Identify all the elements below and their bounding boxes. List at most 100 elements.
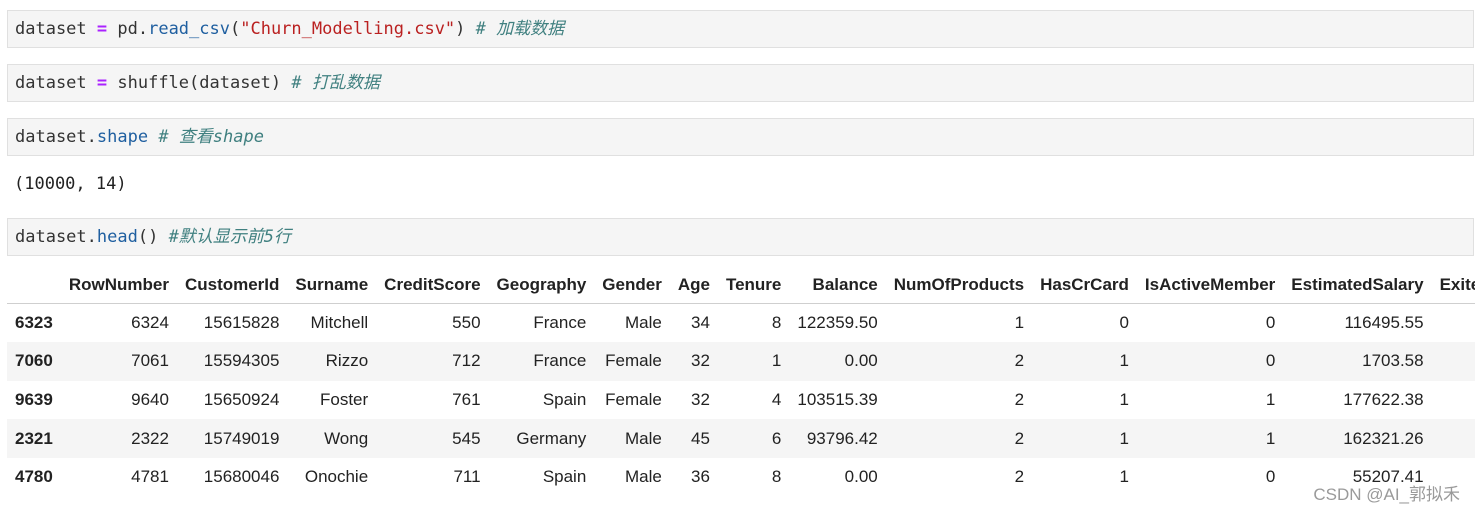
column-header: IsActiveMember xyxy=(1136,266,1284,304)
code-text: () xyxy=(137,227,169,247)
code-attribute: shape xyxy=(96,127,149,147)
column-header: Geography xyxy=(488,266,595,304)
table-row: 4780 4781 15680046 Onochie 711 Spain Male 36 8 0.… xyxy=(7,458,1475,497)
table-cell: 0 xyxy=(1432,381,1475,420)
table-cell: Wong xyxy=(324,428,369,448)
index-header xyxy=(7,266,61,304)
table-cell: Mitchell xyxy=(310,313,369,333)
code-string: "Churn_Modelling.csv" xyxy=(240,19,456,39)
table-cell: 1 xyxy=(1119,467,1129,487)
table-cell: 1 xyxy=(1014,313,1025,333)
table-cell: 2 xyxy=(1014,467,1025,487)
table-cell: Spain xyxy=(542,467,587,487)
table-row: 9639 9640 15650924 Foster 761 Spain Female 32 4 1… xyxy=(7,381,1475,420)
code-cell-shape[interactable]: dataset.shape # 查看shape xyxy=(7,118,1474,156)
code-text: ) xyxy=(455,19,476,39)
code-comment: # 加载数据 xyxy=(475,19,565,39)
table-cell: 122359.50 xyxy=(797,313,878,333)
table-cell: 1 xyxy=(1265,389,1276,409)
code-comment: # 打乱数据 xyxy=(291,73,380,93)
table-cell: 8 xyxy=(771,313,782,333)
table-cell: 2 xyxy=(1014,428,1025,448)
table-cell: France xyxy=(533,313,587,333)
table-cell: 0 xyxy=(1432,342,1475,381)
dataframe-body: 6323 6 32 4 15615828 Mitchell 550 France Male 34 8… xyxy=(7,304,1475,497)
code-cell-read-csv[interactable]: dataset = pd.read_csv("Churn_Modelling.c… xyxy=(7,10,1474,48)
code-comment: #默认显示前5行 xyxy=(168,227,292,247)
table-row: 7060 7061 15594305 Rizzo 712 France Female 32 1 0… xyxy=(7,342,1475,381)
table-cell: Rizzo xyxy=(325,351,369,371)
table-cell: 2322 xyxy=(131,428,169,448)
code-text: dataset xyxy=(15,19,97,39)
table-cell: 0 xyxy=(1265,467,1276,487)
column-header: Exited xyxy=(1431,266,1475,304)
row-index: 4780 xyxy=(15,467,53,487)
table-cell: 1 xyxy=(771,351,782,371)
header-row: RowNumber CustomerId Surname CreditScore Geo… xyxy=(7,266,1475,304)
table-cell: 761 xyxy=(452,389,481,409)
table-cell: 1 xyxy=(1119,351,1129,371)
table-cell: Male xyxy=(624,467,662,487)
column-header: Tenure xyxy=(717,266,790,304)
table-cell: 0.00 xyxy=(844,467,878,487)
code-text: dataset xyxy=(15,73,97,93)
code-text: dataset. xyxy=(15,127,97,147)
table-row: 6323 6324 15615828 Mitchell 550 France Male 34 8… xyxy=(7,304,1475,343)
row-index: 9639 xyxy=(15,389,53,409)
code-operator: = xyxy=(96,19,108,39)
table-cell: 7061 xyxy=(131,351,169,371)
column-header: CreditScore xyxy=(376,266,489,304)
table-cell: Male xyxy=(624,428,662,448)
table-cell: Germany xyxy=(516,428,587,448)
column-header: CustomerId xyxy=(176,266,288,304)
table-cell: 15749019 xyxy=(203,428,280,448)
table-cell: 0 xyxy=(1119,313,1129,333)
column-header: Age xyxy=(669,266,718,304)
table-cell: 550 xyxy=(452,313,481,333)
table-cell: 9640 xyxy=(131,389,169,409)
row-index: 6323 xyxy=(15,313,53,333)
table-cell: 0 xyxy=(1265,313,1276,333)
table-cell: 1 xyxy=(1119,389,1129,409)
row-index: 7060 xyxy=(15,351,53,371)
table-cell: 15680046 xyxy=(203,467,280,487)
table-cell: 4781 xyxy=(131,467,169,487)
table-cell: Onochie xyxy=(304,467,369,487)
table-cell: Spain xyxy=(542,389,587,409)
table-cell: 15594305 xyxy=(203,351,280,371)
table-row: 2321 2322 15749019 Wong 545 Germany Male 45 6 937… xyxy=(7,419,1475,458)
table-cell: 45 xyxy=(691,428,710,448)
column-header: HasCrCard xyxy=(1032,266,1137,304)
column-header: Gender xyxy=(594,266,670,304)
code-operator: = xyxy=(96,73,108,93)
table-cell: 34 xyxy=(691,313,710,333)
table-cell: Female xyxy=(605,389,662,409)
table-cell: 15650924 xyxy=(203,389,280,409)
code-cell-shuffle[interactable]: dataset = shuffle(dataset) # 打乱数据 xyxy=(7,64,1474,102)
table-cell: 4 xyxy=(771,389,782,409)
column-header: Surname xyxy=(287,266,377,304)
table-cell: Female xyxy=(605,351,662,371)
table-cell: 0 xyxy=(1432,304,1475,343)
table-cell: France xyxy=(533,351,587,371)
table-cell: 545 xyxy=(452,428,481,448)
code-text: shuffle(dataset) xyxy=(107,73,292,93)
table-cell: 32 xyxy=(691,389,710,409)
shape-output: (10000, 14) xyxy=(14,174,127,194)
code-cell-head[interactable]: dataset.head() #默认显示前5行 xyxy=(7,218,1474,256)
column-header: Balance xyxy=(789,266,886,304)
dataframe-table: RowNumber CustomerId Surname CreditScore Geo… xyxy=(7,266,1475,496)
row-index: 2321 xyxy=(15,428,53,448)
table-cell: 0 xyxy=(1265,351,1276,371)
code-text: ( xyxy=(229,19,241,39)
table-cell: 93796.42 xyxy=(806,428,878,448)
table-cell: Foster xyxy=(319,389,369,409)
dataframe-header: RowNumber CustomerId Surname CreditScore Geo… xyxy=(7,266,1475,304)
watermark: CSDN @AI_郭拟禾 xyxy=(1313,485,1460,504)
table-cell: 2 xyxy=(1014,351,1025,371)
table-cell: 116495.55 xyxy=(1344,313,1424,333)
table-cell: 6 xyxy=(771,428,782,448)
table-cell: 712 xyxy=(452,351,481,371)
table-cell: 15615828 xyxy=(203,313,280,333)
